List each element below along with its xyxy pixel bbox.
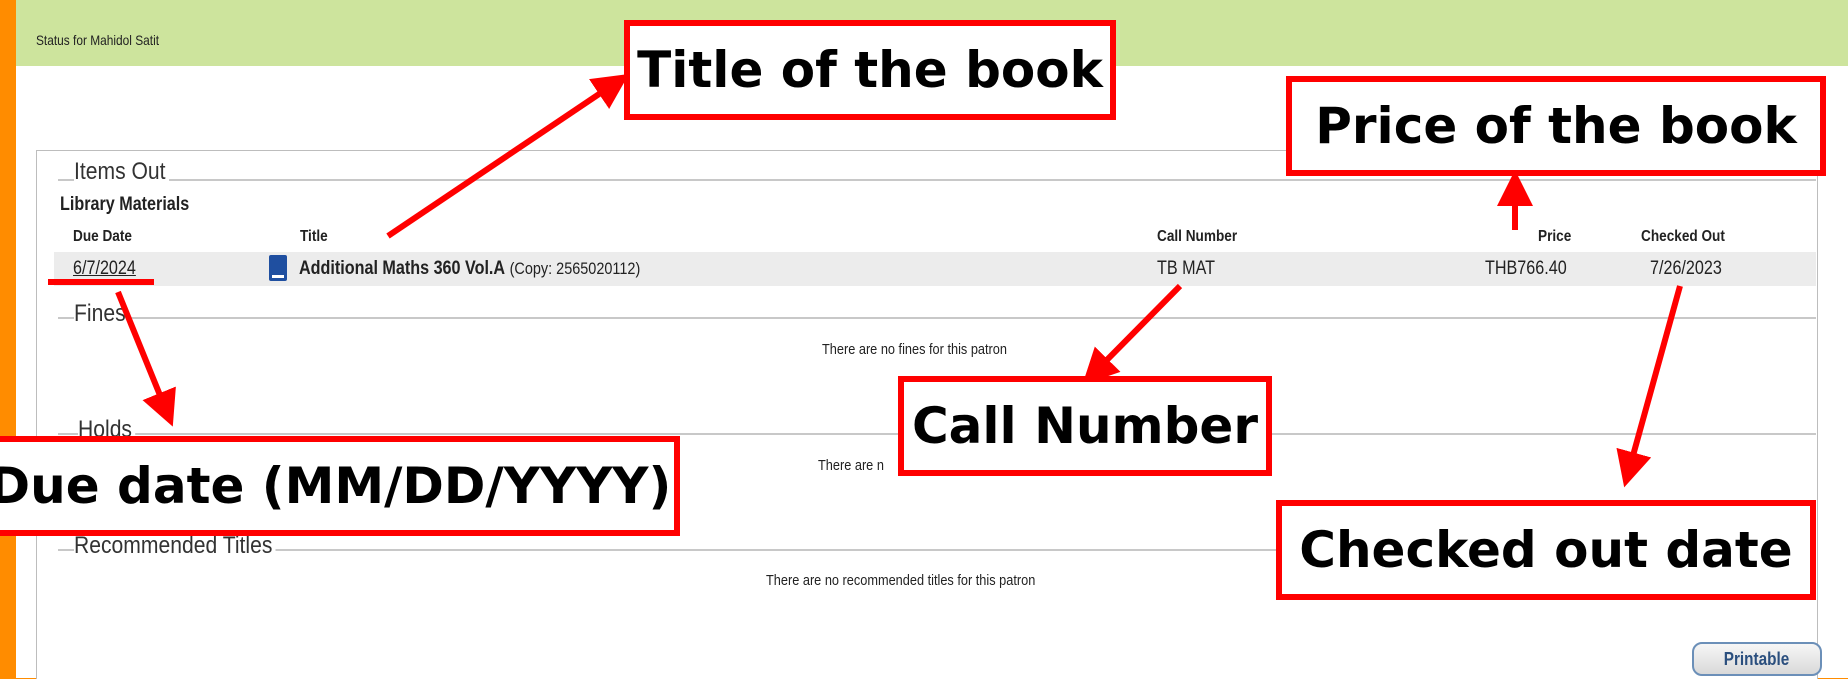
recommended-empty-message: There are no recommended titles for this…	[766, 572, 1036, 589]
checked-out-callout: Checked out date	[1276, 500, 1816, 600]
due-date-link[interactable]: 6/7/2024	[73, 258, 136, 280]
call-number-value: TB MAT	[1157, 258, 1216, 279]
call-number-callout: Call Number	[898, 376, 1272, 476]
recommended-heading: Recommended Titles	[74, 532, 276, 560]
item-title-text[interactable]: Additional Maths 360 Vol.A	[299, 258, 505, 279]
price-callout: Price of the book	[1286, 76, 1826, 176]
fines-heading: Fines	[74, 300, 130, 328]
col-due-date: Due Date	[73, 228, 132, 245]
item-copy: (Copy: 2565020112)	[509, 259, 641, 278]
holds-empty-message: There are n	[818, 457, 884, 474]
due-date-callout: Due date (MM/DD/YYYY)	[0, 436, 680, 536]
library-materials-heading: Library Materials	[60, 194, 190, 215]
col-price: Price	[1538, 228, 1572, 245]
col-title: Title	[300, 228, 328, 245]
fines-empty-message: There are no fines for this patron	[822, 341, 1007, 358]
fines-divider	[58, 317, 1816, 319]
item-title[interactable]: Additional Maths 360 Vol.A (Copy: 256502…	[299, 258, 640, 280]
page-title: Status for Mahidol Satit	[36, 32, 160, 48]
checked-out-value: 7/26/2023	[1650, 258, 1722, 279]
title-callout: Title of the book	[624, 20, 1116, 120]
book-icon	[269, 255, 287, 281]
col-checked-out: Checked Out	[1641, 228, 1725, 245]
price-value: THB766.40	[1485, 258, 1567, 279]
printable-button[interactable]: Printable	[1692, 642, 1822, 676]
col-call-number: Call Number	[1157, 228, 1238, 245]
items-out-heading: Items Out	[74, 158, 170, 186]
items-out-divider	[58, 179, 1816, 181]
